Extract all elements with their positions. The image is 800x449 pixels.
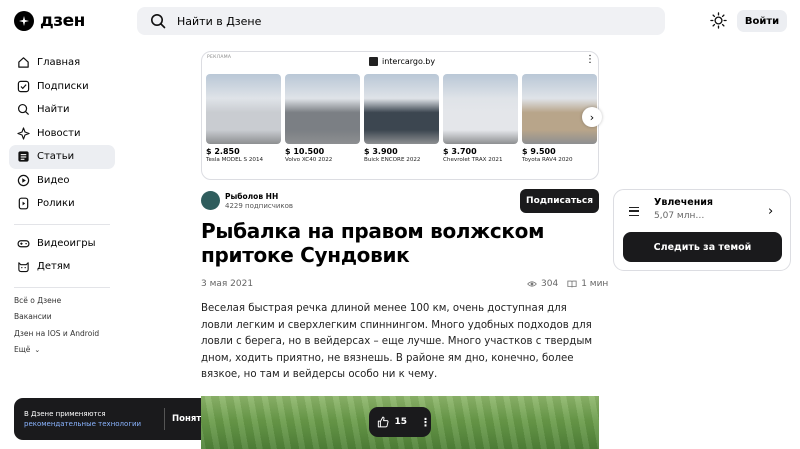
sidebar-nav: Главная Подписки Найти Новости Статьи Ви… [9,51,115,295]
footer-link-more-label: Ещё [14,345,31,355]
sidebar-item-label: Ролики [37,198,75,210]
sidebar-item-videogames[interactable]: Видеоигры [9,232,115,256]
car-name: Volvo XC40 2022 [285,156,333,163]
sidebar-item-home[interactable]: Главная [9,51,115,75]
ad-label: РЕКЛАМА [207,55,232,60]
topic-widget: Увлечения 5,07 млн… › Следить за темой [613,189,791,271]
follow-topic-button[interactable]: Следить за темой [623,232,782,262]
search-icon [151,14,166,29]
article-title: Рыбалка на правом волжском притоке Сундо… [201,219,545,267]
cookie-message: В Дзене применяются [24,410,106,418]
sun-icon[interactable] [710,12,727,29]
kids-icon [18,262,29,273]
sidebar-item-find[interactable]: Найти [9,98,115,122]
book-icon [567,280,577,288]
sidebar-item-label: Главная [37,57,81,69]
ad-cards: $ 2.850 Tesla MODEL S 2014 $ 10.500 Volvo X… [206,74,597,163]
ad-car-card[interactable]: $ 3.900 Buick ENCORE 2022 [364,74,439,163]
news-icon [17,127,30,140]
topic-subscribers: 5,07 млн… [654,211,705,221]
chevron-down-icon: ⌄ [34,345,41,354]
eye-icon [527,281,537,287]
car-name: Chevrolet TRAX 2021 [443,156,503,163]
footer-link-more[interactable]: Ещё ⌄ [14,342,99,359]
car-image [364,74,439,144]
gamepad-icon [17,239,30,248]
sidebar-footer-links: Всё о Дзене Вакансии Дзен на IOS и Andro… [14,292,99,358]
car-price: $ 3.900 [364,147,398,156]
sidebar-item-label: Найти [37,104,70,116]
home-icon [18,57,29,68]
logo[interactable]: дзен [14,11,85,31]
sidebar-item-label: Подписки [37,80,89,92]
views-count: 304 [541,279,559,289]
car-image [206,74,281,144]
login-button[interactable]: Войти [737,10,787,32]
car-price: $ 2.850 [206,147,240,156]
ad-car-card[interactable]: $ 2.850 Tesla MODEL S 2014 [206,74,281,163]
car-name: Toyota RAV4 2020 [522,156,573,163]
footer-link-about[interactable]: Всё о Дзене [14,292,99,309]
subscribe-button[interactable]: Подписаться [520,189,599,213]
zen-logo-icon [14,11,34,31]
footer-link-apps[interactable]: Дзен на IOS и Android [14,325,99,342]
ad-block[interactable]: РЕКЛАМА intercargo.by ⋮ $ 2.850 Tesla MOD… [201,51,599,180]
sidebar-item-label: Статьи [37,151,75,163]
channel-subscribers: 4229 подписчиков [225,202,294,210]
shorts-icon [18,197,29,210]
cookie-notice: В Дзене применяются рекомендательные тех… [14,398,219,440]
logo-text: дзен [40,11,85,31]
thumb-up-icon[interactable] [377,415,389,429]
article-date: 3 мая 2021 [201,279,254,289]
sidebar-item-video[interactable]: Видео [9,169,115,193]
sidebar-item-news[interactable]: Новости [9,122,115,146]
ad-domain[interactable]: intercargo.by [369,57,435,66]
sidebar-divider [14,286,110,288]
sidebar-divider [14,223,110,225]
channel-name[interactable]: Рыболов НН [225,192,278,201]
car-name: Tesla MODEL S 2014 [206,156,264,163]
car-name: Buick ENCORE 2022 [364,156,421,163]
car-image [285,74,360,144]
car-image [443,74,518,144]
sidebar-item-label: Новости [37,127,81,139]
chevron-right-icon[interactable]: › [582,107,602,127]
ad-domain-text: intercargo.by [382,57,436,66]
articles-icon [18,151,29,162]
footer-link-vacancies[interactable]: Вакансии [14,309,99,326]
search-input[interactable] [177,14,577,28]
article-body: Веселая быстрая речка длиной менее 100 к… [201,303,593,380]
sidebar-item-label: Видео [37,174,70,186]
search-bar[interactable] [137,7,665,35]
cookie-text: В Дзене применяются рекомендательные тех… [14,409,164,429]
more-icon[interactable]: ⋮ [420,416,431,429]
more-icon[interactable]: ⋮ [585,55,595,65]
search-icon [17,104,30,116]
like-bar: 15 ⋮ [369,407,431,437]
sidebar-item-label: Видеоигры [37,237,96,249]
sidebar-item-shorts[interactable]: Ролики [9,192,115,216]
car-price: $ 9.500 [522,147,556,156]
read-time: 1 мин [581,279,609,289]
topic-title[interactable]: Увлечения [654,197,713,208]
sidebar-item-label: Детям [37,261,71,273]
channel-avatar[interactable] [201,191,220,210]
menu-icon [629,207,639,216]
chevron-right-icon[interactable]: › [768,204,773,219]
video-icon [17,174,30,186]
car-price: $ 3.700 [443,147,477,156]
ad-car-card[interactable]: $ 10.500 Volvo XC40 2022 [285,74,360,163]
sidebar-item-kids[interactable]: Детям [9,255,115,279]
car-price: $ 10.500 [285,147,325,156]
likes-count: 15 [394,417,407,427]
sidebar-item-articles[interactable]: Статьи [9,145,115,169]
sidebar-item-subscriptions[interactable]: Подписки [9,75,115,99]
subscriptions-icon [17,80,30,92]
advertiser-logo-icon [369,57,378,66]
cookie-link[interactable]: рекомендательные технологии [24,420,141,428]
ad-car-card[interactable]: $ 3.700 Chevrolet TRAX 2021 [443,74,518,163]
article-stats: 304 1 мин [527,279,608,289]
